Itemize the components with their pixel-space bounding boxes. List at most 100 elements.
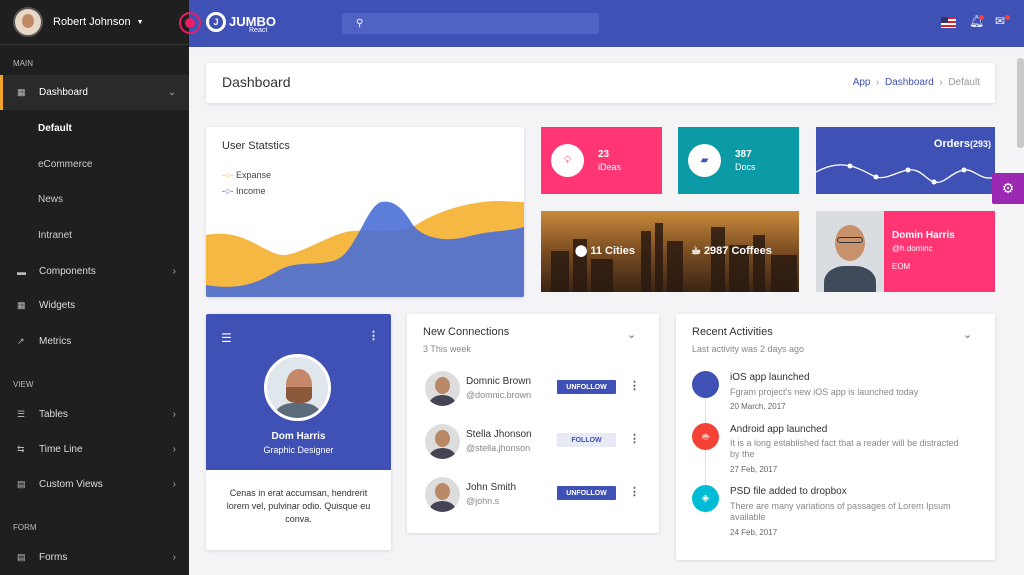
form-icon: ▤ — [17, 552, 26, 562]
section-form-label: FORM — [13, 523, 37, 532]
coffee-cup-icon: ☕︎ — [691, 245, 701, 257]
sidebar: Robert Johnson ▼ MAIN ▦ Dashboard ⌄ Defa… — [0, 0, 189, 575]
connection-name: Stella Jhonson — [466, 429, 532, 440]
chevron-right-icon: › — [172, 409, 176, 420]
ideas-value: 23 — [598, 149, 610, 160]
avatar — [13, 7, 43, 37]
settings-gear-icon[interactable]: ⚙ — [992, 173, 1024, 204]
sidebar-item-custom-views[interactable]: ▤ Custom Views › — [0, 467, 189, 502]
breadcrumb-app[interactable]: App — [853, 77, 871, 88]
cities-stat: ⬤ 11 Cities — [575, 245, 636, 257]
connection-avatar — [425, 424, 460, 459]
activity-desc: There are many variations of passages of… — [730, 501, 951, 522]
sidebar-item-label: Widgets — [39, 300, 76, 311]
sidebar-sub-ecommerce[interactable]: eCommerce — [38, 159, 92, 170]
folder-icon: ▬ — [17, 266, 26, 277]
user-name: Robert Johnson — [53, 16, 131, 28]
chevron-down-icon[interactable]: ⌄ — [963, 328, 972, 341]
connection-name: Domnic Brown — [466, 376, 532, 387]
sidebar-sub-intranet[interactable]: Intranet — [38, 230, 72, 241]
docs-value: 387 — [735, 149, 752, 160]
sidebar-item-timeline[interactable]: ⇆ Time Line › — [0, 432, 189, 467]
connection-avatar — [425, 477, 460, 512]
chevron-right-icon: › — [172, 479, 176, 490]
contact-tile[interactable]: Domin Harris @h.dominc EOM — [816, 211, 995, 292]
sidebar-sub-default[interactable]: Default — [38, 123, 72, 134]
orders-point — [847, 163, 853, 169]
ideas-tile[interactable]: 💡︎ 23 iDeas — [541, 127, 662, 194]
chevron-right-icon: › — [172, 266, 176, 277]
more-vert-icon[interactable]: ⋮ — [629, 379, 640, 392]
orders-tile[interactable]: Orders(293) — [816, 127, 995, 194]
more-vert-icon[interactable]: ⋮ — [629, 485, 640, 498]
sidebar-item-label: Tables — [39, 409, 68, 420]
sidebar-sub-news[interactable]: News — [38, 194, 63, 205]
sidebar-item-components[interactable]: ▬ Components › — [0, 254, 189, 289]
profile-name: Dom Harris — [271, 431, 326, 442]
trending-icon: ↗ — [17, 336, 25, 346]
activity-date: 27 Feb, 2017 — [730, 465, 778, 474]
coffees-stat: ☕︎ 2987 Coffees — [691, 245, 772, 257]
orders-line — [816, 164, 995, 184]
connection-name: John Smith — [466, 482, 517, 493]
timeline-icon: ⇆ — [17, 444, 25, 454]
message-icon[interactable]: ✉︎ — [995, 14, 1005, 28]
document-icon: ▰ — [688, 144, 721, 177]
section-view-label: VIEW — [13, 380, 34, 389]
logo-subtext: React — [249, 27, 268, 34]
user-menu[interactable]: Robert Johnson ▼ — [0, 0, 189, 45]
scrollbar-thumb[interactable] — [1017, 58, 1024, 148]
connections-subtitle: 3 This week — [423, 344, 471, 354]
breadcrumb: App › Dashboard › Default — [853, 77, 980, 88]
sidebar-item-forms[interactable]: ▤ Forms › — [0, 540, 189, 575]
sidebar-item-metrics[interactable]: ↗ Metrics — [0, 324, 189, 359]
sidebar-item-label: Time Line — [39, 444, 83, 455]
chevron-down-icon: ⌄ — [167, 87, 176, 98]
orders-point — [873, 174, 879, 180]
more-vert-icon[interactable]: ⋮ — [368, 329, 379, 342]
sidebar-item-widgets[interactable]: ▦ Widgets — [0, 288, 189, 323]
connection-avatar — [425, 371, 460, 406]
location-pin-icon: ⬤ — [575, 245, 588, 257]
page-title: Dashboard — [222, 74, 291, 90]
search-input[interactable]: ⚲ — [342, 13, 599, 34]
stats-area-chart — [206, 201, 524, 297]
chevron-right-icon: › — [172, 552, 176, 563]
orders-sparkline — [816, 163, 995, 185]
sidebar-item-label: Custom Views — [39, 479, 103, 490]
app-logo[interactable]: J JUMBO React — [206, 12, 276, 34]
user-statistics-card: User Statstics -○- Expanse -○- Income — [206, 127, 524, 297]
connection-handle: @stella.jhonson — [466, 443, 531, 453]
activity-title: iOS app launched — [730, 372, 810, 383]
more-vert-icon[interactable]: ⋮ — [629, 432, 640, 445]
legend-expanse: -○- Expanse — [222, 170, 271, 180]
search-icon: ⚲ — [356, 18, 364, 29]
dropbox-icon: ◈ — [692, 485, 719, 512]
activity-date: 20 March, 2017 — [730, 402, 786, 411]
connections-card: New Connections 3 This week ⌄ Domnic Bro… — [407, 314, 659, 533]
message-dot — [1005, 15, 1010, 20]
profile-card: ☰ ⋮ Dom Harris Graphic Designer Cenas in… — [206, 314, 391, 550]
docs-tile[interactable]: ▰ 387 Docs — [678, 127, 799, 194]
menu-toggle-icon[interactable] — [179, 12, 201, 34]
android-icon: 🤖︎ — [692, 423, 719, 450]
contact-photo — [816, 211, 884, 292]
sidebar-item-dashboard[interactable]: ▦ Dashboard ⌄ — [0, 75, 189, 110]
follow-button[interactable]: FOLLOW — [557, 433, 616, 447]
profile-avatar — [264, 354, 331, 421]
activity-desc: It is a long established fact that a rea… — [730, 438, 959, 459]
chevron-down-icon[interactable]: ⌄ — [627, 328, 636, 341]
sidebar-item-label: Forms — [39, 552, 68, 563]
unfollow-button[interactable]: UNFOLLOW — [557, 486, 616, 500]
activities-title: Recent Activities — [692, 326, 773, 338]
city-tile[interactable]: ⬤ 11 Cities ☕︎ 2987 Coffees — [541, 211, 799, 292]
unfollow-button[interactable]: UNFOLLOW — [557, 380, 616, 394]
us-flag-icon[interactable] — [941, 17, 956, 28]
breadcrumb-sep: › — [873, 77, 883, 88]
contact-handle: @h.dominc — [892, 244, 933, 253]
breadcrumb-dashboard[interactable]: Dashboard — [885, 77, 934, 88]
menu-icon[interactable]: ☰ — [221, 331, 232, 345]
sidebar-item-tables[interactable]: ☰ Tables › — [0, 397, 189, 432]
section-main-label: MAIN — [13, 59, 33, 68]
table-icon: ☰ — [17, 409, 26, 419]
